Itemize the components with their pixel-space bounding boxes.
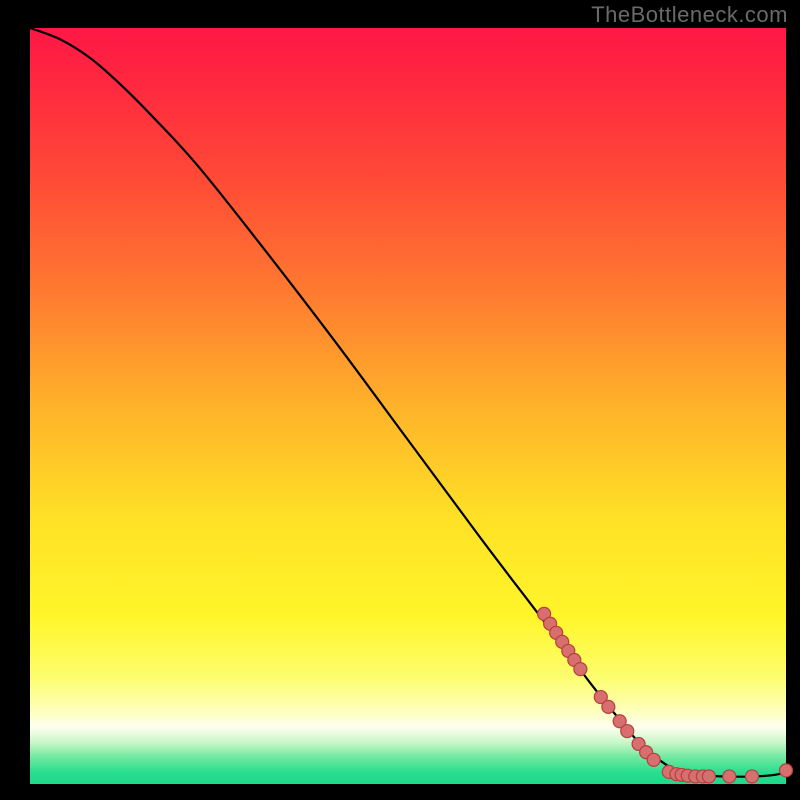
chart-svg bbox=[0, 0, 800, 800]
data-marker bbox=[621, 725, 634, 738]
data-marker bbox=[745, 770, 758, 783]
data-marker bbox=[702, 770, 715, 783]
data-marker bbox=[602, 700, 615, 713]
data-marker bbox=[647, 753, 660, 766]
chart-stage: TheBottleneck.com bbox=[0, 0, 800, 800]
data-marker bbox=[780, 764, 793, 777]
data-marker bbox=[574, 663, 587, 676]
data-marker bbox=[723, 770, 736, 783]
plot-background bbox=[30, 28, 786, 784]
watermark-text: TheBottleneck.com bbox=[591, 2, 788, 28]
